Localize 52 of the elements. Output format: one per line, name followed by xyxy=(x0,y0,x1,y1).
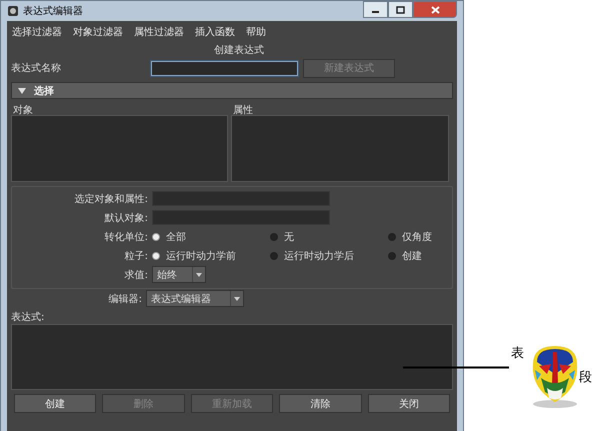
radio-button[interactable] xyxy=(270,232,278,240)
app-icon xyxy=(7,4,19,16)
annotation-text: 段 xyxy=(579,369,592,386)
section-header[interactable]: 选择 xyxy=(11,82,453,99)
radio-label: 运行时动力学后 xyxy=(284,250,354,262)
dialog-button[interactable]: 创建 xyxy=(14,394,96,413)
close-icon xyxy=(430,6,440,14)
dropdown[interactable]: 表达式编辑器 xyxy=(146,290,244,307)
menu-item[interactable]: 帮助 xyxy=(246,25,266,41)
list-heading: 属性 xyxy=(232,104,254,115)
list-box[interactable] xyxy=(11,115,228,182)
list-box[interactable] xyxy=(231,115,449,182)
field-label: 选定对象和属性: xyxy=(74,192,149,206)
dialog-button[interactable]: 关闭 xyxy=(368,394,450,413)
maximize-button[interactable] xyxy=(388,1,413,18)
field-label: 默认对象: xyxy=(104,212,149,224)
field-label: 表达式: xyxy=(11,310,46,322)
menu-item[interactable]: 属性过滤器 xyxy=(134,25,184,41)
input-field[interactable] xyxy=(152,191,330,206)
menu-item[interactable]: 选择过滤器 xyxy=(12,25,62,41)
list-heading: 对象 xyxy=(12,104,34,115)
minimize-button[interactable] xyxy=(363,1,388,18)
field-label: 表达式名称 xyxy=(11,62,62,75)
collapse-triangle-icon xyxy=(18,88,26,94)
radio-label: 无 xyxy=(284,230,294,244)
dropdown[interactable]: 始终 xyxy=(152,266,206,283)
radio-button[interactable] xyxy=(388,232,396,240)
field-label: 转化单位: xyxy=(104,230,149,244)
field-label: 求值: xyxy=(124,268,149,282)
radio-label: 创建 xyxy=(402,250,422,262)
radio-label: 运行时动力学前 xyxy=(166,250,236,262)
dialog-button[interactable]: 清除 xyxy=(279,394,362,413)
menu-item[interactable]: 对象过滤器 xyxy=(73,25,123,41)
radio-button[interactable] xyxy=(270,252,278,260)
radio-label: 仅角度 xyxy=(402,230,432,244)
annotation-text: 表 xyxy=(511,345,524,362)
field-label: 编辑器: xyxy=(108,292,143,306)
radio-button[interactable] xyxy=(152,232,160,240)
window-title: 表达式编辑器 xyxy=(23,4,83,18)
section-heading: 创建表达式 xyxy=(214,44,264,57)
radio-label: 全部 xyxy=(166,230,186,244)
close-button[interactable] xyxy=(413,1,457,18)
menu-item[interactable]: 插入函数 xyxy=(195,25,235,41)
radio-button[interactable] xyxy=(152,252,160,260)
expression-text-area[interactable] xyxy=(11,324,453,390)
dropdown-arrow-icon xyxy=(234,296,240,300)
input-field[interactable] xyxy=(152,210,330,225)
maximize-icon xyxy=(396,6,405,14)
field-label: 粒子: xyxy=(124,250,149,262)
radio-button[interactable] xyxy=(388,252,396,260)
dropdown-arrow-icon xyxy=(196,272,202,276)
input-field[interactable] xyxy=(151,60,298,76)
